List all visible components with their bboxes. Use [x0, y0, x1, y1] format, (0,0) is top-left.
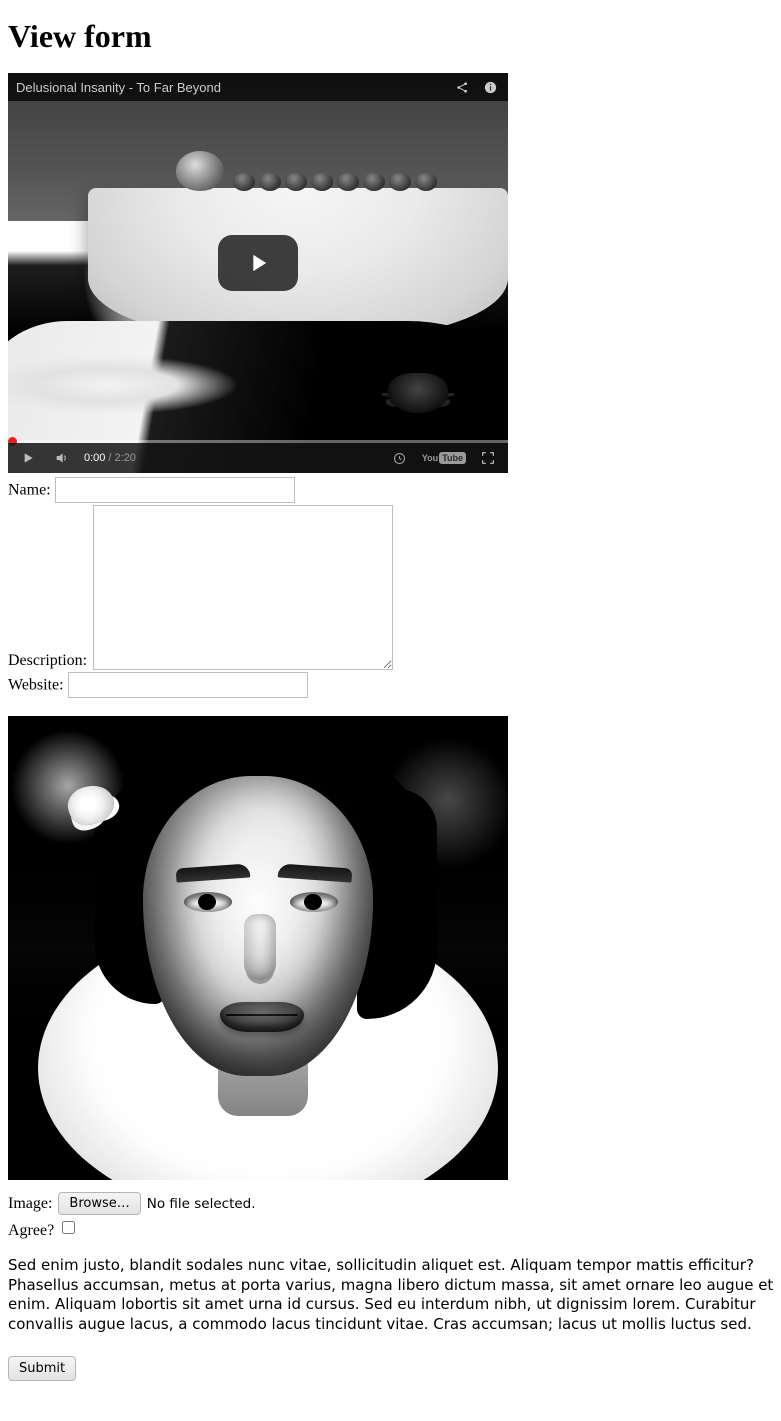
video-duration: 2:20 — [114, 452, 135, 464]
page-title: View form — [8, 18, 781, 55]
description-textarea[interactable] — [93, 505, 393, 670]
video-decor — [233, 173, 437, 191]
body-paragraph: Sed enim justo, blandit sodales nunc vit… — [8, 1256, 778, 1334]
name-input[interactable] — [55, 477, 295, 503]
volume-icon[interactable] — [50, 446, 74, 470]
description-label: Description: — [8, 652, 87, 670]
youtube-logo-suffix: Tube — [439, 452, 466, 464]
file-status-text: No file selected. — [147, 1196, 256, 1212]
agree-checkbox[interactable] — [62, 1221, 75, 1234]
video-topbar: Delusional Insanity - To Far Beyond — [8, 73, 508, 101]
uploaded-image-preview — [8, 716, 508, 1180]
video-player[interactable]: Delusional Insanity - To Far Beyond 0:00 — [8, 73, 508, 473]
youtube-logo[interactable]: YouTube — [422, 452, 466, 464]
video-decor — [388, 373, 448, 413]
video-title[interactable]: Delusional Insanity - To Far Beyond — [16, 80, 444, 95]
agree-label: Agree? — [8, 1222, 54, 1239]
agree-row: Agree? — [8, 1219, 781, 1240]
website-input[interactable] — [68, 672, 308, 698]
video-current-time: 0:00 — [84, 452, 105, 464]
fullscreen-icon[interactable] — [476, 446, 500, 470]
video-decor — [176, 151, 224, 191]
youtube-logo-prefix: You — [422, 453, 438, 463]
share-icon[interactable] — [452, 77, 472, 97]
image-row: Image: Browse… No file selected. — [8, 1192, 781, 1215]
big-play-button[interactable] — [218, 235, 298, 291]
watch-later-icon[interactable] — [388, 446, 412, 470]
video-decor — [88, 188, 508, 338]
video-controls: 0:00 / 2:20 YouTube — [8, 443, 508, 473]
browse-button[interactable]: Browse… — [58, 1192, 140, 1215]
info-icon[interactable] — [480, 77, 500, 97]
name-label: Name: — [8, 482, 51, 499]
website-label: Website: — [8, 677, 64, 694]
play-icon[interactable] — [16, 446, 40, 470]
website-row: Website: — [8, 672, 781, 698]
image-label: Image: — [8, 1195, 52, 1213]
submit-button[interactable]: Submit — [8, 1356, 76, 1381]
description-row: Description: — [8, 505, 781, 670]
name-row: Name: — [8, 477, 781, 503]
video-time: 0:00 / 2:20 — [84, 452, 136, 464]
